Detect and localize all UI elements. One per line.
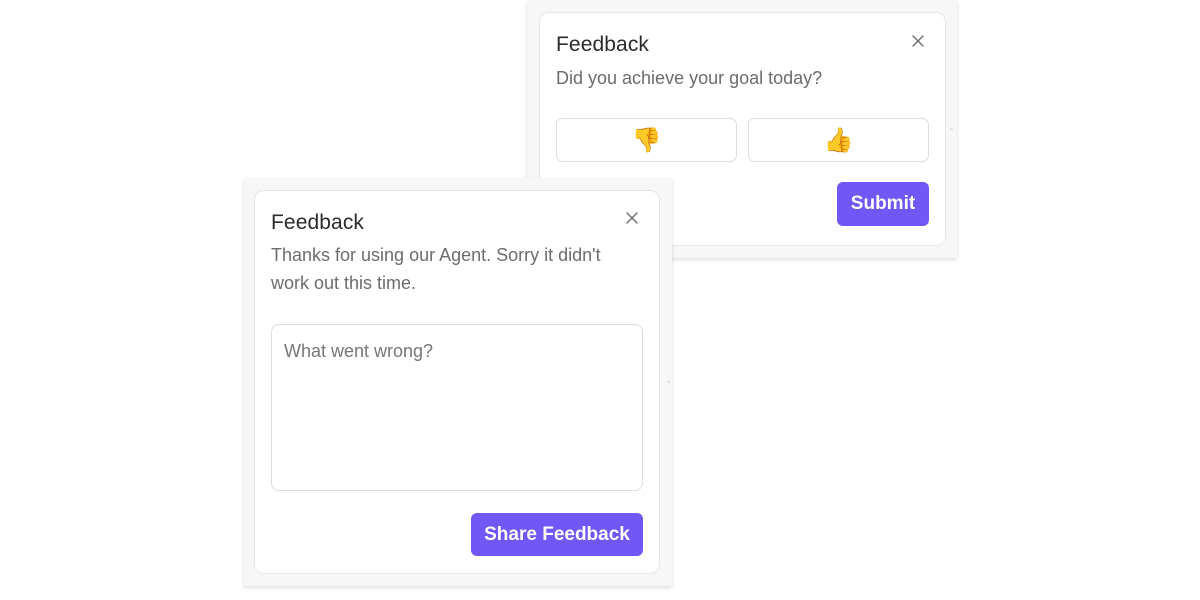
- thumbs-up-button[interactable]: 👍: [748, 118, 929, 162]
- thumbs-down-button[interactable]: 👎: [556, 118, 737, 162]
- close-icon[interactable]: [624, 210, 640, 226]
- dialog-message: Thanks for using our Agent. Sorry it did…: [271, 245, 601, 293]
- share-feedback-button[interactable]: Share Feedback: [471, 513, 643, 556]
- thumbs-up-icon: 👍: [823, 126, 854, 154]
- feedback-comment-dialog: Feedback Thanks for using our Agent. Sor…: [254, 190, 660, 574]
- dialog-title: Feedback: [556, 33, 650, 56]
- stage: Feedback Did you achieve your goal today…: [0, 0, 1200, 600]
- dialog-title: Feedback: [271, 211, 365, 234]
- submit-button[interactable]: Submit: [837, 182, 929, 226]
- thumbs-down-icon: 👎: [631, 126, 662, 154]
- close-icon[interactable]: [910, 33, 926, 49]
- what-went-wrong-input[interactable]: [271, 324, 643, 491]
- dialog-question: Did you achieve your goal today?: [556, 68, 823, 88]
